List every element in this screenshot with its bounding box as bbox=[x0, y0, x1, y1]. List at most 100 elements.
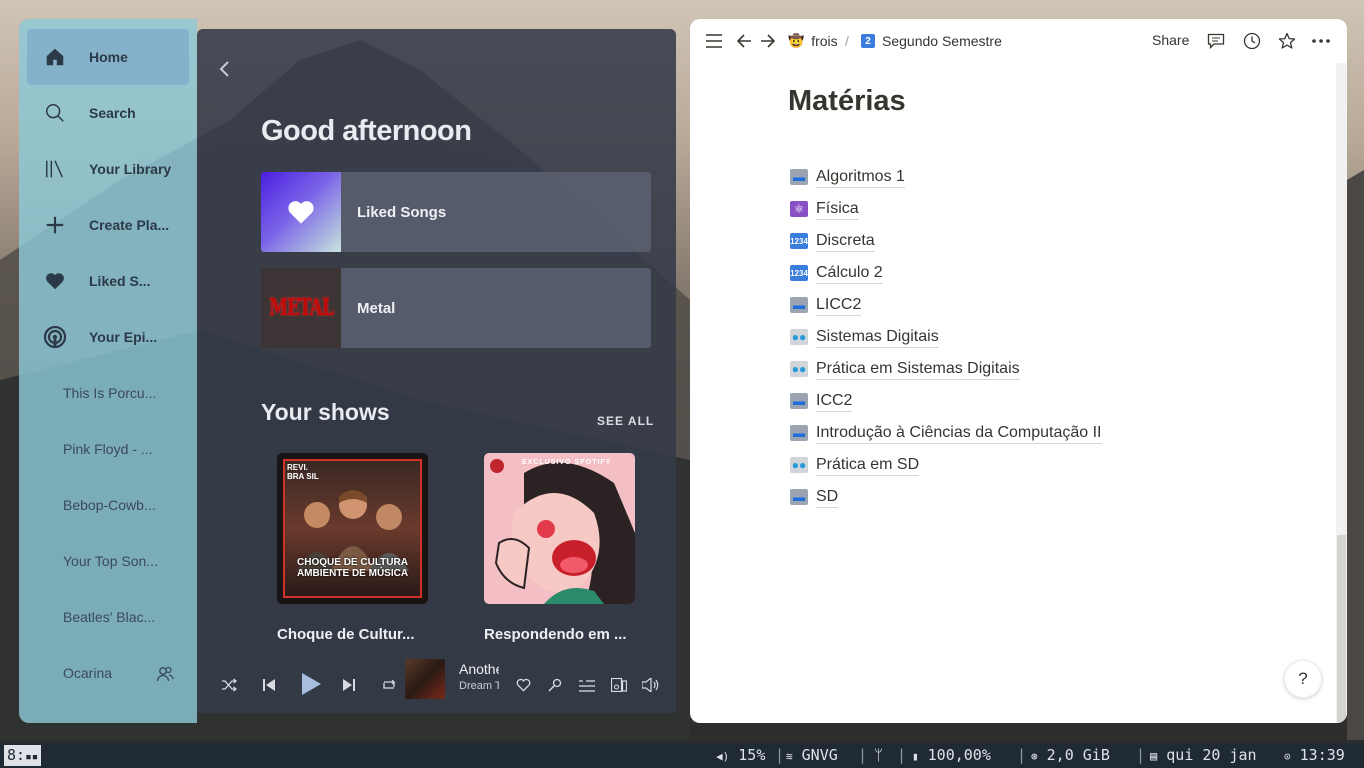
breadcrumb-segundo-semestre[interactable]: 2 Segundo Semestre bbox=[861, 33, 1002, 49]
help-button[interactable]: ? bbox=[1284, 660, 1322, 698]
back-arrow-icon[interactable] bbox=[217, 59, 233, 79]
show-header-text: EXCLUSIVO SPOTIFY bbox=[522, 459, 612, 466]
status-divider: | bbox=[1136, 746, 1146, 764]
volume-icon[interactable] bbox=[641, 675, 661, 695]
now-playing-track[interactable]: Anothe bbox=[459, 661, 499, 677]
playlist-item[interactable]: Your Top Son... bbox=[63, 553, 173, 575]
connect-device-icon[interactable] bbox=[609, 675, 629, 695]
nav-your-episodes[interactable]: Your Epi... bbox=[27, 309, 189, 365]
share-button[interactable]: Share bbox=[1152, 32, 1189, 48]
subject-link-intro-ciencias-computacao-ii[interactable]: ▬ Introdução à Ciências da Computação II bbox=[790, 421, 1102, 445]
breadcrumb-frois[interactable]: 🤠 frois bbox=[788, 33, 838, 49]
status-divider: | bbox=[775, 746, 785, 764]
battery-icon: ▮ bbox=[912, 750, 919, 763]
previous-track-icon[interactable] bbox=[259, 675, 279, 695]
playlist-item[interactable]: This Is Porcu... bbox=[63, 385, 173, 407]
playlist-item[interactable]: Pink Floyd - ... bbox=[63, 441, 173, 463]
power-plug-icon: ᛘ bbox=[874, 746, 884, 764]
clock-icon: ⊙ bbox=[1284, 750, 1291, 763]
repeat-icon[interactable] bbox=[379, 675, 399, 695]
wifi-indicator[interactable]: ≋ GNVG bbox=[786, 746, 838, 766]
favorite-star-icon[interactable] bbox=[1277, 31, 1297, 51]
nav-create-playlist[interactable]: Create Pla... bbox=[27, 197, 189, 253]
nav-home[interactable]: Home bbox=[27, 29, 189, 85]
subject-link-sd[interactable]: ▬ SD bbox=[790, 485, 839, 509]
comment-icon[interactable] bbox=[1206, 31, 1226, 51]
now-playing-cover[interactable] bbox=[405, 659, 445, 699]
keycap-two-emoji-icon: 2 bbox=[861, 34, 875, 48]
speaker-icon: ◀) bbox=[716, 750, 730, 763]
now-playing-artist[interactable]: Dream T bbox=[459, 680, 499, 692]
subject-link-algoritmos-1[interactable]: ▬ Algoritmos 1 bbox=[790, 165, 905, 189]
see-all-link[interactable]: SEE ALL bbox=[597, 414, 654, 428]
workspace-indicator[interactable]: 8:▪▪ bbox=[4, 745, 42, 766]
quick-card-liked-songs[interactable]: Liked Songs bbox=[261, 172, 651, 252]
robot-emoji-icon: ●● bbox=[790, 329, 808, 345]
shuffle-icon[interactable] bbox=[219, 675, 239, 695]
laptop-emoji-icon: ▬ bbox=[790, 489, 808, 505]
scrollbar-thumb[interactable] bbox=[1337, 535, 1346, 723]
atom-emoji-icon: ⚛ bbox=[790, 201, 808, 217]
subject-label: Introdução à Ciências da Computação II bbox=[816, 423, 1102, 444]
nav-your-episodes-label: Your Epi... bbox=[89, 329, 158, 345]
subject-link-pratica-sistemas-digitais[interactable]: ●● Prática em Sistemas Digitais bbox=[790, 357, 1020, 381]
search-icon bbox=[43, 101, 67, 125]
subject-label: Prática em Sistemas Digitais bbox=[816, 359, 1020, 380]
subject-link-calculo-2[interactable]: 1234 Cálculo 2 bbox=[790, 261, 883, 285]
show-card[interactable]: REVI. BRA SIL CHOQUE DE CULTURA AMBIENTE… bbox=[277, 453, 428, 643]
history-clock-icon[interactable] bbox=[1242, 31, 1262, 51]
robot-emoji-icon: ●● bbox=[790, 361, 808, 377]
page-title[interactable]: Matérias bbox=[788, 85, 906, 118]
volume-indicator[interactable]: ◀) 15% bbox=[716, 746, 765, 766]
spotify-badge-icon bbox=[490, 459, 504, 473]
like-icon[interactable] bbox=[513, 675, 533, 695]
play-icon[interactable] bbox=[297, 670, 325, 698]
breadcrumb-label: frois bbox=[811, 33, 838, 49]
show-header-text: REVI. BRA SIL bbox=[287, 463, 319, 481]
quick-card-title: Liked Songs bbox=[357, 203, 447, 221]
input-numbers-emoji-icon: 1234 bbox=[790, 233, 808, 249]
your-shows-heading: Your shows bbox=[261, 399, 390, 425]
subject-label: Sistemas Digitais bbox=[816, 327, 939, 348]
next-track-icon[interactable] bbox=[339, 675, 359, 695]
memory-chip-icon: ⊛ bbox=[1031, 750, 1038, 763]
subject-link-icc2[interactable]: ▬ ICC2 bbox=[790, 389, 853, 413]
scrollbar[interactable] bbox=[1336, 63, 1347, 723]
subject-link-licc2[interactable]: ▬ LICC2 bbox=[790, 293, 862, 317]
input-numbers-emoji-icon: 1234 bbox=[790, 265, 808, 281]
subject-link-fisica[interactable]: ⚛ Física bbox=[790, 197, 859, 221]
collaborative-icon bbox=[156, 665, 174, 683]
menu-icon[interactable] bbox=[704, 31, 724, 51]
subject-label: Discreta bbox=[816, 231, 875, 252]
forward-arrow-icon[interactable] bbox=[758, 31, 778, 51]
battery-indicator[interactable]: ▮ 100,00% bbox=[912, 746, 991, 766]
notion-window: 🤠 frois / 2 Segundo Semestre Share Matér… bbox=[690, 19, 1347, 723]
more-options-icon[interactable] bbox=[1311, 31, 1331, 51]
spotify-main-view: Good afternoon Liked Songs METAL Metal Y… bbox=[197, 29, 676, 713]
quick-card-metal[interactable]: METAL Metal bbox=[261, 268, 651, 348]
subject-link-discreta[interactable]: 1234 Discreta bbox=[790, 229, 875, 253]
date-indicator[interactable]: ▤ qui 20 jan bbox=[1150, 746, 1257, 766]
back-arrow-icon[interactable] bbox=[734, 31, 754, 51]
nav-liked-songs[interactable]: Liked S... bbox=[27, 253, 189, 309]
notion-topbar: 🤠 frois / 2 Segundo Semestre Share bbox=[690, 19, 1347, 63]
laptop-emoji-icon: ▬ bbox=[790, 425, 808, 441]
subject-link-pratica-sd[interactable]: ●● Prática em SD bbox=[790, 453, 920, 477]
subject-label: Prática em SD bbox=[816, 455, 920, 476]
cartoon-woman-illustration bbox=[494, 462, 635, 604]
show-card[interactable]: EXCLUSIVO SPOTIFY Respondendo em ... bbox=[484, 453, 635, 643]
quick-card-title: Metal bbox=[357, 299, 396, 317]
show-cover-choque: REVI. BRA SIL CHOQUE DE CULTURA AMBIENTE… bbox=[277, 453, 428, 604]
queue-icon[interactable] bbox=[577, 675, 597, 695]
laptop-emoji-icon: ▬ bbox=[790, 393, 808, 409]
lyrics-mic-icon[interactable] bbox=[545, 675, 565, 695]
memory-indicator[interactable]: ⊛ 2,0 GiB bbox=[1031, 746, 1110, 766]
playlist-item[interactable]: Bebop-Cowb... bbox=[63, 497, 173, 519]
show-title: Choque de Cultur... bbox=[277, 626, 415, 643]
spotify-sidebar: Home Search Your Library Create Pla... L… bbox=[19, 19, 197, 723]
subject-link-sistemas-digitais[interactable]: ●● Sistemas Digitais bbox=[790, 325, 939, 349]
playlist-item[interactable]: Beatles' Blac... bbox=[63, 609, 173, 631]
clock-indicator[interactable]: ⊙ 13:39 bbox=[1284, 746, 1345, 766]
nav-library[interactable]: Your Library bbox=[27, 141, 189, 197]
nav-search[interactable]: Search bbox=[27, 85, 189, 141]
